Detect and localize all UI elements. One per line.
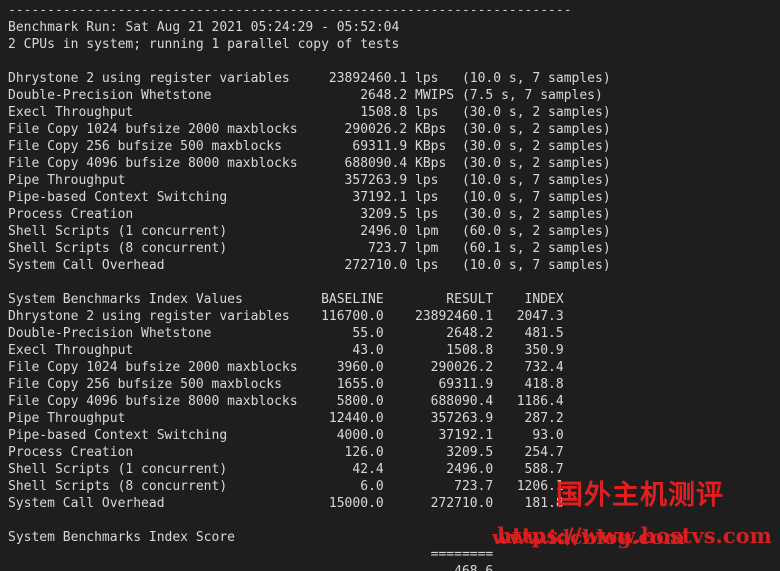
benchmark-result-row: System Call Overhead 272710.0 lps (10.0 … <box>8 258 611 273</box>
index-value-row: Dhrystone 2 using register variables 116… <box>8 309 564 324</box>
top-separator: ----------------------------------------… <box>8 3 572 18</box>
index-value-row: Execl Throughput 43.0 1508.8 350.9 <box>8 343 564 358</box>
index-values-block: Dhrystone 2 using register variables 116… <box>8 308 780 512</box>
index-table-header: System Benchmarks Index Values BASELINE … <box>8 292 564 307</box>
benchmark-results-block: Dhrystone 2 using register variables 238… <box>8 70 780 274</box>
benchmark-result-row: Double-Precision Whetstone 2648.2 MWIPS … <box>8 88 603 103</box>
index-value-row: Pipe Throughput 12440.0 357263.9 287.2 <box>8 411 564 426</box>
index-value-row: Double-Precision Whetstone 55.0 2648.2 4… <box>8 326 564 341</box>
benchmark-result-row: Shell Scripts (8 concurrent) 723.7 lpm (… <box>8 241 611 256</box>
benchmark-result-row: File Copy 256 bufsize 500 maxblocks 6931… <box>8 139 611 154</box>
benchmark-result-row: Pipe-based Context Switching 37192.1 lps… <box>8 190 611 205</box>
index-value-row: File Copy 256 bufsize 500 maxblocks 1655… <box>8 377 564 392</box>
score-value-line: 468.6 <box>8 563 780 571</box>
benchmark-result-row: Pipe Throughput 357263.9 lps (10.0 s, 7 … <box>8 173 611 188</box>
index-value-row: Process Creation 126.0 3209.5 254.7 <box>8 445 564 460</box>
index-value-row: System Call Overhead 15000.0 272710.0 18… <box>8 496 564 511</box>
benchmark-result-row: Execl Throughput 1508.8 lps (30.0 s, 2 s… <box>8 105 611 120</box>
benchmark-result-row: Shell Scripts (1 concurrent) 2496.0 lpm … <box>8 224 611 239</box>
benchmark-result-row: Dhrystone 2 using register variables 238… <box>8 71 611 86</box>
terminal-window: ----------------------------------------… <box>0 0 780 571</box>
index-value-row: Pipe-based Context Switching 4000.0 3719… <box>8 428 564 443</box>
index-value-row: Shell Scripts (1 concurrent) 42.4 2496.0… <box>8 462 564 477</box>
score-rule-line: ======== <box>8 547 494 562</box>
index-value-row: Shell Scripts (8 concurrent) 6.0 723.7 1… <box>8 479 564 494</box>
cpu-info-line: 2 CPUs in system; running 1 parallel cop… <box>8 37 400 52</box>
benchmark-result-row: File Copy 4096 bufsize 8000 maxblocks 68… <box>8 156 611 171</box>
index-value-row: File Copy 4096 bufsize 8000 maxblocks 58… <box>8 394 564 409</box>
benchmark-run-line: Benchmark Run: Sat Aug 21 2021 05:24:29 … <box>8 20 400 35</box>
score-label-line: System Benchmarks Index Score <box>8 530 235 545</box>
benchmark-result-row: Process Creation 3209.5 lps (30.0 s, 2 s… <box>8 207 611 222</box>
index-value-row: File Copy 1024 bufsize 2000 maxblocks 39… <box>8 360 564 375</box>
benchmark-result-row: File Copy 1024 bufsize 2000 maxblocks 29… <box>8 122 611 137</box>
